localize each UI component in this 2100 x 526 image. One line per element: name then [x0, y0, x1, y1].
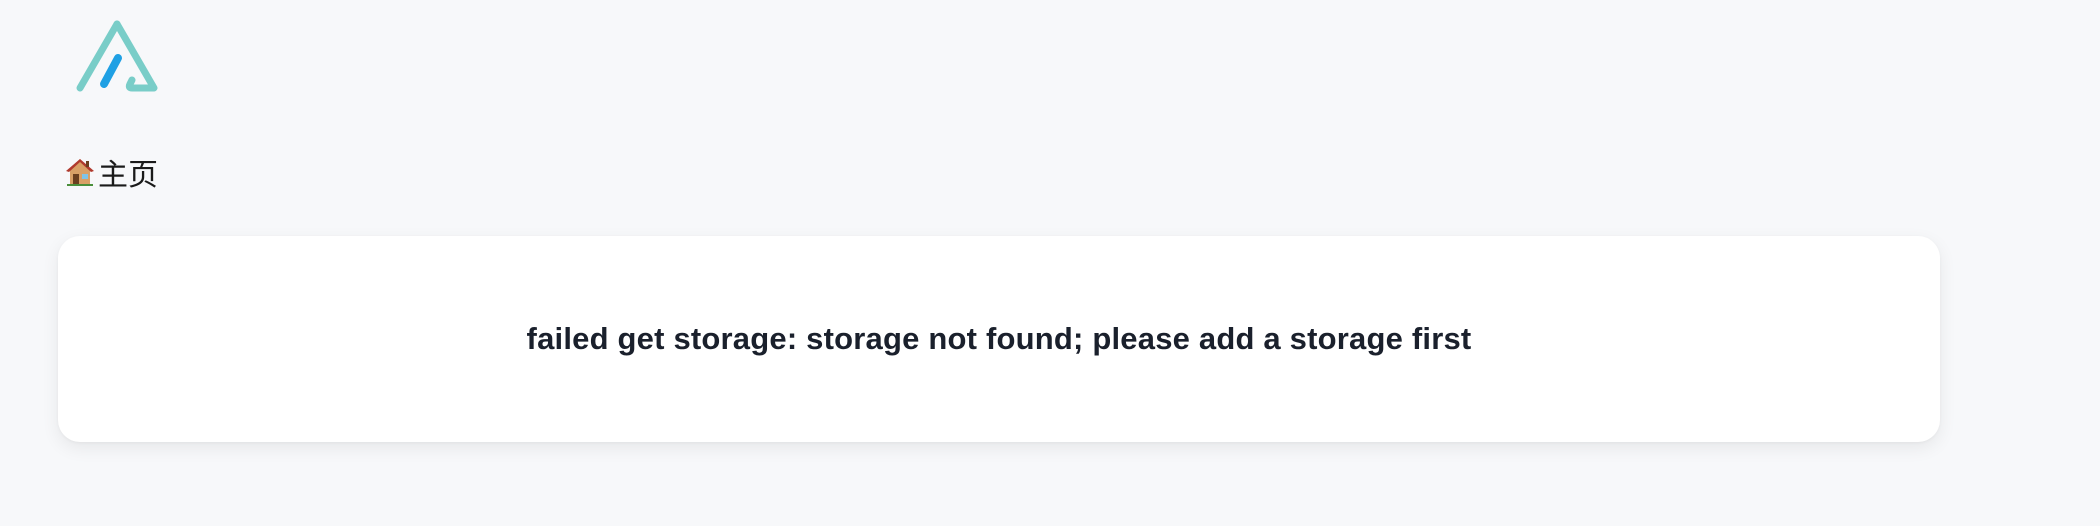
error-message: failed get storage: storage not found; p… [526, 321, 1472, 356]
app-logo-icon[interactable] [74, 18, 160, 96]
breadcrumb-home[interactable]: 主页 [64, 152, 158, 192]
house-icon [64, 156, 96, 188]
error-card: failed get storage: storage not found; p… [58, 236, 1940, 442]
breadcrumb-home-label: 主页 [98, 159, 158, 192]
page: 主页 failed get storage: storage not found… [0, 0, 2100, 526]
